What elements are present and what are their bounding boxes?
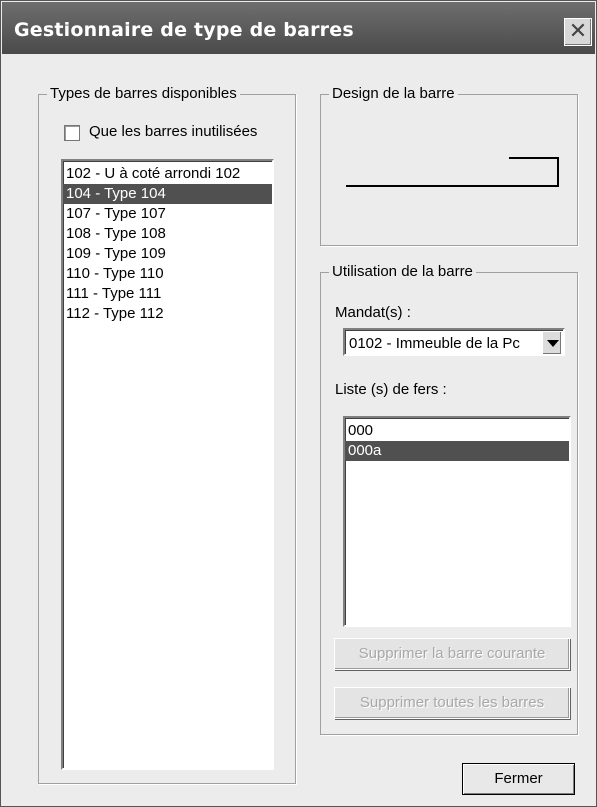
list-item[interactable]: 111 - Type 111 (63, 284, 272, 304)
unused-bars-checkbox[interactable] (64, 125, 80, 141)
bar-usage-legend: Utilisation de la barre (329, 263, 476, 280)
close-icon[interactable]: ✕ (564, 18, 592, 46)
list-item[interactable]: 000 (345, 421, 569, 441)
bar-design-group: Design de la barre (320, 85, 578, 246)
mandat-select-value: 0102 - Immeuble de la Pc (349, 335, 520, 352)
window-title: Gestionnaire de type de barres (14, 19, 354, 41)
iron-list-label: Liste (s) de fers : (335, 381, 447, 398)
iron-list[interactable]: 000 000a (343, 416, 571, 627)
mandat-select[interactable]: 0102 - Immeuble de la Pc (343, 328, 565, 356)
list-item[interactable]: 109 - Type 109 (63, 244, 272, 264)
list-item[interactable]: 102 - U à coté arrondi 102 (63, 164, 272, 184)
list-item[interactable]: 108 - Type 108 (63, 224, 272, 244)
unused-bars-label: Que les barres inutilisées (89, 123, 258, 140)
bar-usage-group: Utilisation de la barre Mandat(s) : 0102… (320, 263, 578, 735)
dialog-window: Gestionnaire de type de barres ✕ Types d… (0, 0, 597, 807)
list-item[interactable]: 112 - Type 112 (63, 304, 272, 324)
bar-types-list[interactable]: 102 - U à coté arrondi 102 104 - Type 104… (61, 159, 274, 770)
delete-current-bar-button[interactable]: Supprimer la barre courante (334, 638, 570, 670)
list-item[interactable]: 000a (345, 441, 569, 461)
chevron-down-icon[interactable] (542, 331, 562, 355)
available-bar-types-group: Types de barres disponibles Que les barr… (38, 85, 296, 784)
available-bar-types-legend: Types de barres disponibles (47, 85, 240, 102)
delete-all-bars-button[interactable]: Supprimer toutes les barres (334, 687, 570, 719)
title-bar[interactable]: Gestionnaire de type de barres ✕ (2, 2, 595, 54)
mandat-label: Mandat(s) : (335, 304, 411, 321)
list-item[interactable]: 107 - Type 107 (63, 204, 272, 224)
bar-design-preview (346, 157, 559, 187)
close-button[interactable]: Fermer (462, 763, 575, 795)
list-item[interactable]: 104 - Type 104 (63, 184, 272, 204)
list-item[interactable]: 110 - Type 110 (63, 264, 272, 284)
